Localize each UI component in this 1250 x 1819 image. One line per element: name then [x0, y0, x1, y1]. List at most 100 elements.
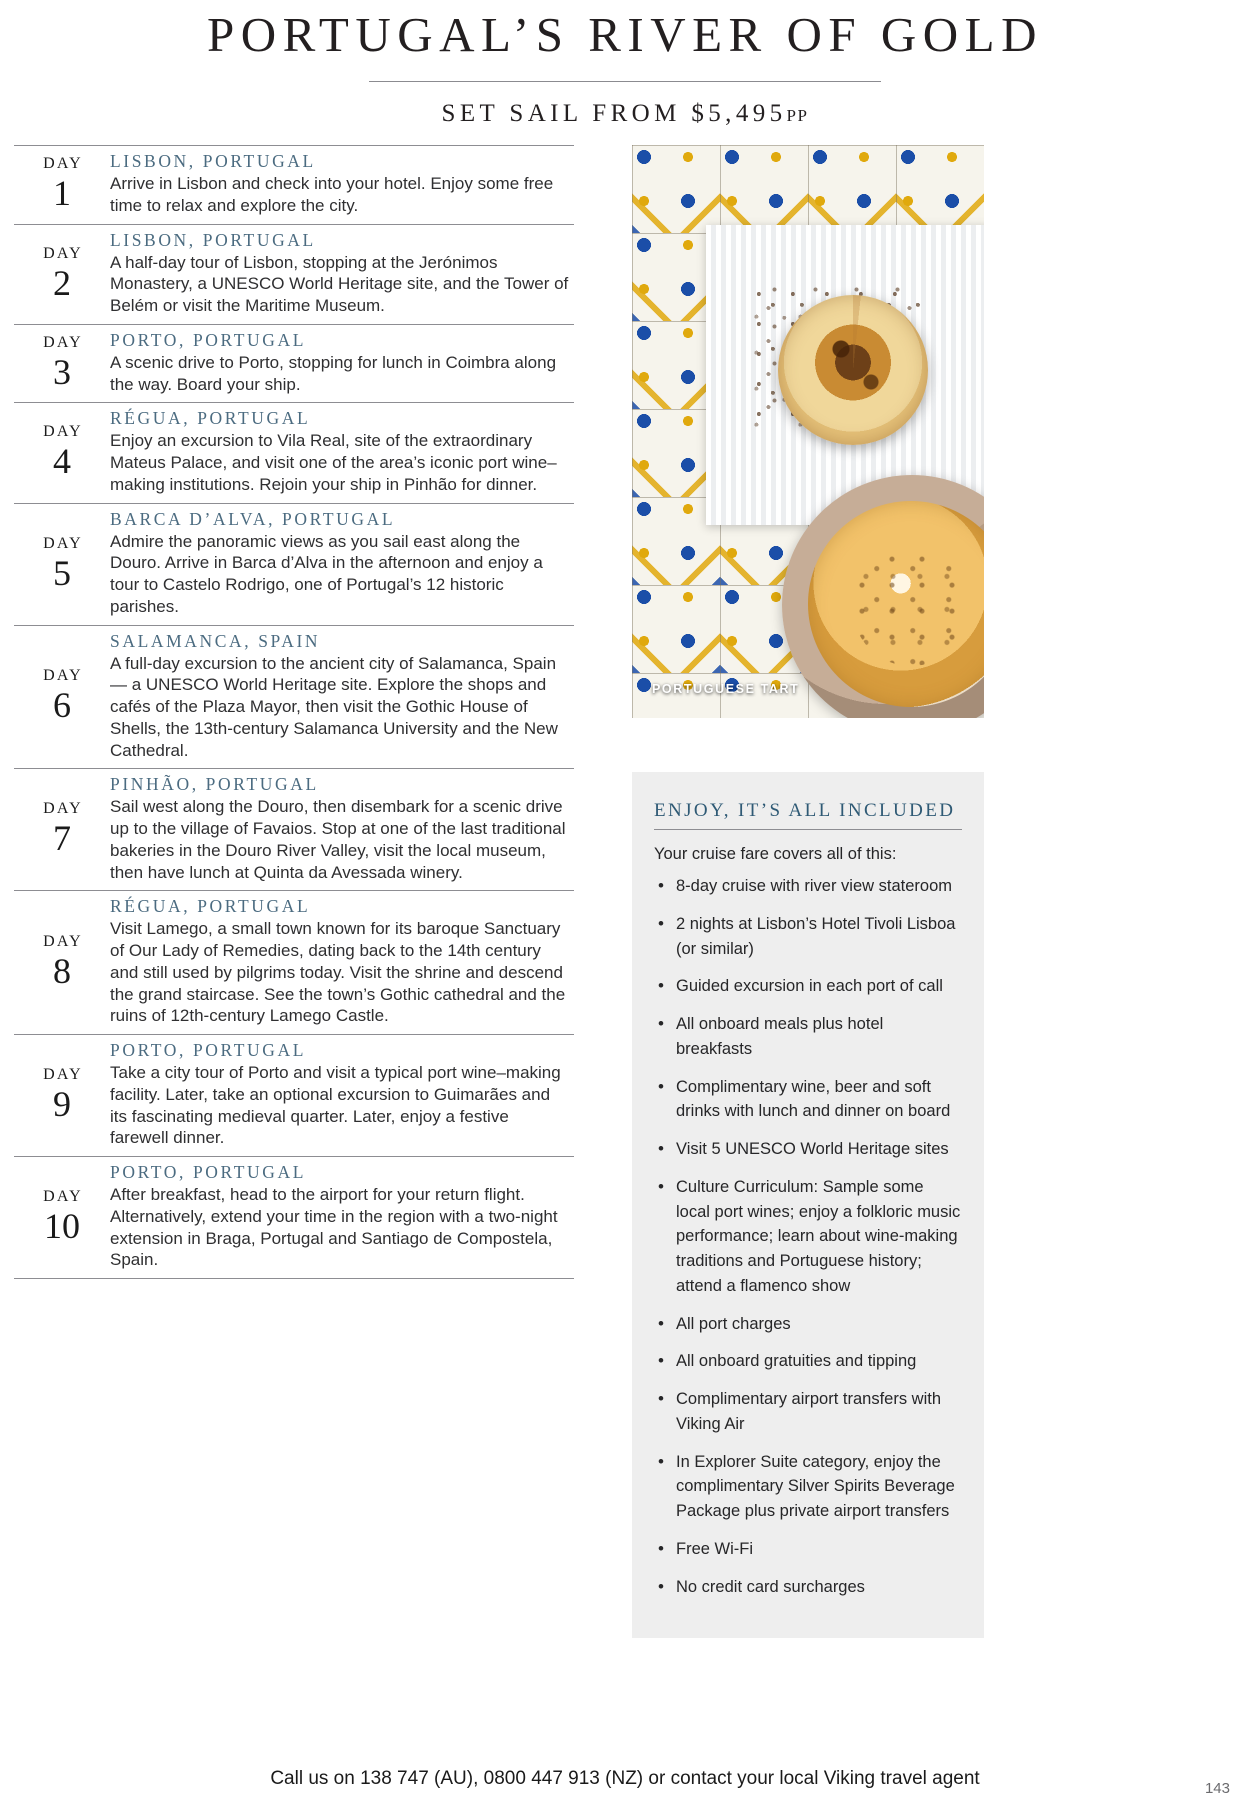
- day-body: LISBON, PORTUGAL Arrive in Lisbon and ch…: [110, 151, 574, 217]
- itinerary-row: DAY 2 LISBON, PORTUGAL A half-day tour o…: [14, 223, 574, 324]
- day-body: PORTO, PORTUGAL A scenic drive to Porto,…: [110, 330, 574, 396]
- day-description: Arrive in Lisbon and check into your hot…: [110, 174, 554, 215]
- day-place: PORTO, PORTUGAL: [110, 1040, 307, 1060]
- itinerary-row: DAY 5 BARCA D’ALVA, PORTUGAL Admire the …: [14, 502, 574, 625]
- day-marker: DAY 8: [14, 932, 110, 991]
- day-marker: DAY 6: [14, 666, 110, 725]
- day-label: DAY: [43, 334, 83, 352]
- day-place: LISBON, PORTUGAL: [110, 229, 316, 250]
- day-description: Take a city tour of Porto and visit a ty…: [110, 1063, 561, 1148]
- day-marker: DAY 5: [14, 534, 110, 593]
- list-item: Complimentary wine, beer and soft drinks…: [654, 1074, 962, 1125]
- list-item: Guided excursion in each port of call: [654, 973, 962, 999]
- included-items-list: 8-day cruise with river view stateroom 2…: [654, 873, 962, 1600]
- day-marker: DAY 7: [14, 799, 110, 858]
- day-place: PINHÃO, PORTUGAL: [110, 774, 319, 795]
- list-item: No credit card surcharges: [654, 1574, 962, 1600]
- day-description: After breakfast, head to the airport for…: [110, 1185, 558, 1270]
- list-item: All port charges: [654, 1311, 962, 1337]
- day-description: Visit Lamego, a small town known for its…: [110, 919, 566, 1026]
- day-description: Enjoy an excursion to Vila Real, site of…: [110, 431, 557, 494]
- itinerary-row: DAY 4 RÉGUA, PORTUGAL Enjoy an excursion…: [14, 402, 574, 502]
- itinerary-row: DAY 3 PORTO, PORTUGAL A scenic drive to …: [14, 323, 574, 403]
- day-body: PINHÃO, PORTUGAL Sail west along the Dou…: [110, 774, 574, 883]
- subtitle-pp-suffix: PP: [786, 106, 809, 125]
- day-description: A half-day tour of Lisbon, stopping at t…: [110, 252, 569, 316]
- day-number: 3: [53, 352, 71, 393]
- list-item: 8-day cruise with river view stateroom: [654, 873, 962, 899]
- day-place: PORTO, PORTUGAL: [110, 329, 307, 350]
- day-label: DAY: [43, 534, 83, 552]
- page-subtitle: SET SAIL FROM $5,495PP: [0, 100, 1250, 128]
- day-number: 1: [53, 173, 71, 214]
- day-marker: DAY 10: [14, 1187, 110, 1246]
- day-label: DAY: [43, 667, 83, 685]
- day-body: RÉGUA, PORTUGAL Visit Lamego, a small to…: [110, 896, 574, 1027]
- list-item: In Explorer Suite category, enjoy the co…: [654, 1448, 962, 1524]
- day-body: LISBON, PORTUGAL A half-day tour of Lisb…: [110, 230, 574, 317]
- day-place: RÉGUA, PORTUGAL: [110, 896, 311, 917]
- itinerary-row: DAY 9 PORTO, PORTUGAL Take a city tour o…: [14, 1034, 574, 1156]
- subtitle-price: SET SAIL FROM $5,495: [441, 100, 787, 127]
- day-place: BARCA D’ALVA, PORTUGAL: [110, 508, 396, 529]
- day-label: DAY: [43, 800, 83, 818]
- list-item: 2 nights at Lisbon’s Hotel Tivoli Lisboa…: [654, 911, 962, 962]
- included-divider: [654, 829, 962, 830]
- day-description: Sail west along the Douro, then disembar…: [110, 797, 566, 882]
- day-number: 10: [44, 1206, 80, 1247]
- list-item: All onboard meals plus hotel breakfasts: [654, 1011, 962, 1062]
- page-title: PORTUGAL’S RIVER OF GOLD: [207, 7, 1043, 62]
- day-place: SALAMANCA, SPAIN: [110, 630, 321, 651]
- photo-caption: PORTUGUESE TART: [652, 682, 800, 696]
- day-number: 4: [53, 441, 71, 482]
- day-body: BARCA D’ALVA, PORTUGAL Admire the panora…: [110, 509, 574, 618]
- contact-footer: Call us on 138 747 (AU), 0800 447 913 (N…: [270, 1768, 980, 1789]
- day-number: 7: [53, 818, 71, 859]
- day-body: PORTO, PORTUGAL After breakfast, head to…: [110, 1162, 574, 1271]
- day-place: LISBON, PORTUGAL: [110, 151, 316, 171]
- day-body: SALAMANCA, SPAIN A full-day excursion to…: [110, 631, 574, 762]
- list-item: All onboard gratuities and tipping: [654, 1348, 962, 1374]
- itinerary-row: DAY 1 LISBON, PORTUGAL Arrive in Lisbon …: [14, 145, 574, 224]
- day-label: DAY: [43, 1066, 83, 1084]
- day-place: RÉGUA, PORTUGAL: [110, 408, 311, 429]
- itinerary-list: DAY 1 LISBON, PORTUGAL Arrive in Lisbon …: [14, 145, 574, 1279]
- all-included-panel: ENJOY, IT’S ALL INCLUDED Your cruise far…: [632, 772, 984, 1639]
- included-title: ENJOY, IT’S ALL INCLUDED: [654, 800, 956, 821]
- day-label: DAY: [43, 933, 83, 951]
- portuguese-tart-photo: PORTUGUESE TART: [632, 145, 984, 718]
- page-number: 143: [1204, 1780, 1230, 1797]
- day-label: DAY: [43, 423, 83, 441]
- day-description: A scenic drive to Porto, stopping for lu…: [110, 352, 557, 394]
- day-marker: DAY 9: [14, 1065, 110, 1124]
- day-number: 2: [53, 262, 71, 303]
- page-header: PORTUGAL’S RIVER OF GOLD SET SAIL FROM $…: [0, 0, 1250, 128]
- day-place: PORTO, PORTUGAL: [110, 1162, 307, 1182]
- day-number: 8: [53, 951, 71, 992]
- day-marker: DAY 2: [14, 244, 110, 303]
- day-number: 5: [53, 552, 71, 593]
- day-marker: DAY 1: [14, 154, 110, 213]
- day-body: RÉGUA, PORTUGAL Enjoy an excursion to Vi…: [110, 408, 574, 495]
- day-description: A full-day excursion to the ancient city…: [110, 653, 558, 760]
- day-body: PORTO, PORTUGAL Take a city tour of Port…: [110, 1040, 574, 1149]
- day-label: DAY: [43, 244, 83, 262]
- day-number: 6: [53, 685, 71, 726]
- day-number: 9: [53, 1084, 71, 1125]
- day-label: DAY: [43, 1188, 83, 1206]
- list-item: Free Wi-Fi: [654, 1536, 962, 1562]
- itinerary-row: DAY 7 PINHÃO, PORTUGAL Sail west along t…: [14, 768, 574, 890]
- itinerary-row: DAY 8 RÉGUA, PORTUGAL Visit Lamego, a sm…: [14, 890, 574, 1034]
- day-marker: DAY 4: [14, 422, 110, 481]
- list-item: Culture Curriculum: Sample some local po…: [654, 1174, 962, 1299]
- day-label: DAY: [43, 155, 83, 173]
- day-description: Admire the panoramic views as you sail e…: [110, 531, 543, 616]
- day-marker: DAY 3: [14, 333, 110, 392]
- title-divider: [369, 81, 881, 82]
- list-item: Visit 5 UNESCO World Heritage sites: [654, 1136, 962, 1162]
- itinerary-row: DAY 6 SALAMANCA, SPAIN A full-day excurs…: [14, 624, 574, 769]
- itinerary-row: DAY 10 PORTO, PORTUGAL After breakfast, …: [14, 1156, 574, 1279]
- tart-pastry: [778, 295, 928, 445]
- included-intro: Your cruise fare covers all of this:: [654, 845, 897, 863]
- list-item: Complimentary airport transfers with Vik…: [654, 1386, 962, 1437]
